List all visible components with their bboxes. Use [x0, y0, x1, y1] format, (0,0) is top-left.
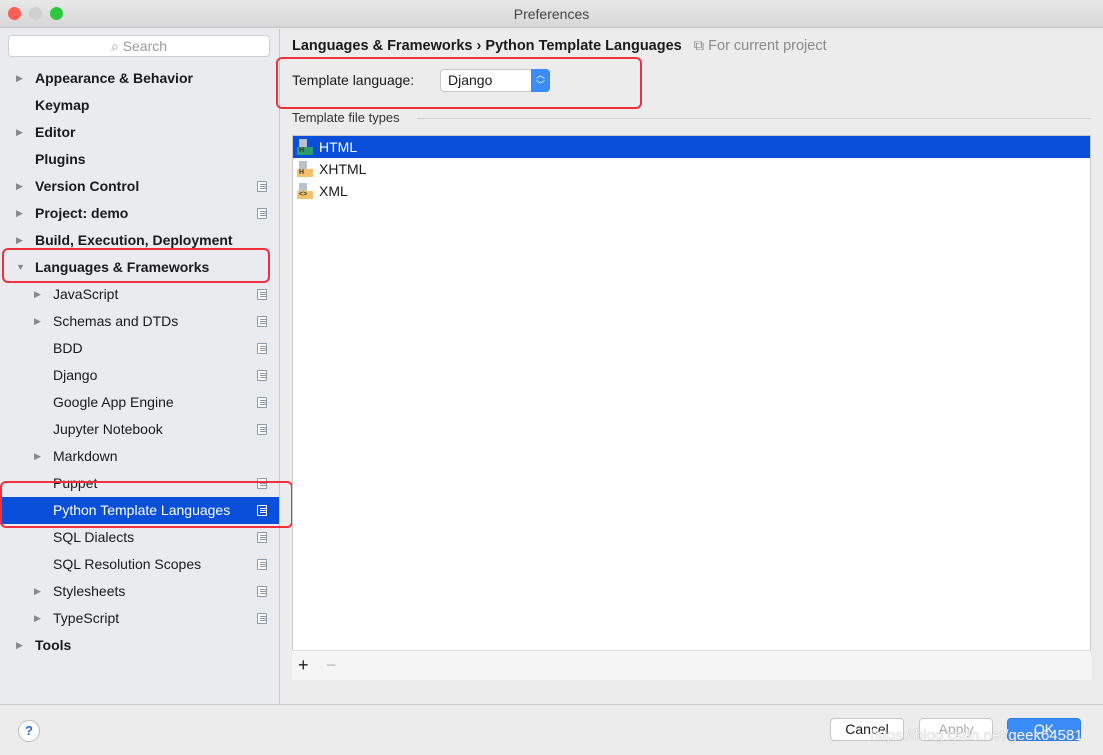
- chevron-right-icon[interactable]: ▶: [16, 173, 23, 200]
- sidebar-item[interactable]: ▶ Project: demo: [0, 200, 279, 227]
- project-scope-icon: [257, 532, 267, 543]
- project-scope-icon: [257, 343, 267, 354]
- html-file-icon: H: [297, 139, 313, 155]
- search-input[interactable]: ⌕ Search: [8, 35, 270, 57]
- sidebar-item-label: Project: demo: [35, 205, 129, 221]
- sidebar-item-label: Jupyter Notebook: [53, 421, 163, 437]
- sidebar-item-label: Editor: [35, 124, 76, 140]
- project-scope-icon: [257, 316, 267, 327]
- sidebar-item[interactable]: ▶ Schemas and DTDs: [0, 308, 279, 335]
- sidebar-item-label: SQL Dialects: [53, 529, 135, 545]
- chevron-right-icon[interactable]: ▶: [34, 281, 41, 308]
- file-type-label: XML: [319, 183, 348, 199]
- search-icon: ⌕: [110, 38, 123, 54]
- sidebar-item[interactable]: ▶ Version Control: [0, 173, 279, 200]
- breadcrumb-separator: ›: [476, 38, 482, 54]
- file-types-list[interactable]: H HTML H XHTML <> XML: [292, 135, 1091, 680]
- sidebar-item-label: Schemas and DTDs: [53, 313, 179, 329]
- list-toolbar: + −: [292, 650, 1091, 680]
- sidebar-item[interactable]: ▶ Tools: [0, 632, 279, 659]
- highlight-box: [0, 481, 293, 528]
- project-scope-icon: [257, 370, 267, 381]
- sidebar-item[interactable]: SQL Resolution Scopes: [0, 551, 279, 578]
- sidebar-item[interactable]: Django: [0, 362, 279, 389]
- breadcrumb: Languages & Frameworks › Python Template…: [292, 38, 827, 54]
- highlight-box: [276, 57, 642, 109]
- title-bar: Preferences: [0, 0, 1103, 28]
- add-button[interactable]: +: [298, 655, 309, 676]
- copy-icon: ⧉: [693, 38, 705, 54]
- sidebar-item-label: Stylesheets: [53, 583, 126, 599]
- sidebar-item-label: BDD: [53, 340, 83, 356]
- sidebar-item[interactable]: SQL Dialects: [0, 524, 279, 551]
- sidebar-item-label: Google App Engine: [53, 394, 174, 410]
- sidebar-item-label: Plugins: [35, 151, 86, 167]
- sidebar-item[interactable]: Plugins: [0, 146, 279, 173]
- sidebar-item-label: Version Control: [35, 178, 140, 194]
- watermark: https://blog.csdn.net/geek64581: [870, 727, 1083, 744]
- help-button[interactable]: ?: [18, 720, 40, 742]
- sidebar-item[interactable]: ▶ Markdown: [0, 443, 279, 470]
- project-scope-icon: [257, 397, 267, 408]
- xhtml-file-icon: H: [297, 161, 313, 177]
- project-scope-icon: [257, 181, 267, 192]
- sidebar-item-label: Markdown: [53, 448, 118, 464]
- xml-file-icon: <>: [297, 183, 313, 199]
- chevron-right-icon[interactable]: ▶: [16, 65, 23, 92]
- sidebar-item[interactable]: BDD: [0, 335, 279, 362]
- file-types-label: Template file types: [292, 110, 400, 125]
- project-scope-icon: [257, 586, 267, 597]
- breadcrumb-parent[interactable]: Languages & Frameworks: [292, 38, 473, 54]
- sidebar-item[interactable]: ▶ Stylesheets: [0, 578, 279, 605]
- project-scope-icon: [257, 559, 267, 570]
- sidebar-item[interactable]: ▶ Appearance & Behavior: [0, 65, 279, 92]
- chevron-right-icon[interactable]: ▶: [34, 443, 41, 470]
- sidebar-item[interactable]: Keymap: [0, 92, 279, 119]
- sidebar-item-label: Django: [53, 367, 98, 383]
- close-window-button[interactable]: [8, 7, 21, 20]
- chevron-right-icon[interactable]: ▶: [16, 632, 23, 659]
- list-item[interactable]: H HTML: [293, 136, 1090, 158]
- divider: [417, 118, 1091, 119]
- sidebar-item[interactable]: Jupyter Notebook: [0, 416, 279, 443]
- project-scope-icon: [257, 289, 267, 300]
- scope-label: For current project: [708, 38, 827, 54]
- chevron-right-icon[interactable]: ▶: [34, 578, 41, 605]
- sidebar-item-label: Tools: [35, 637, 72, 653]
- sidebar-item[interactable]: ▶ JavaScript: [0, 281, 279, 308]
- chevron-right-icon[interactable]: ▶: [16, 119, 23, 146]
- project-scope-icon: [257, 613, 267, 624]
- sidebar-item-label: TypeScript: [53, 610, 120, 626]
- project-scope-icon: [257, 424, 267, 435]
- remove-button[interactable]: −: [326, 655, 337, 676]
- sidebar-item[interactable]: ▶ TypeScript: [0, 605, 279, 632]
- chevron-right-icon[interactable]: ▶: [34, 605, 41, 632]
- minimize-window-button[interactable]: [29, 7, 42, 20]
- highlight-box: [2, 248, 270, 283]
- chevron-right-icon[interactable]: ▶: [34, 308, 41, 335]
- list-item[interactable]: <> XML: [293, 180, 1090, 202]
- file-type-label: XHTML: [319, 161, 367, 177]
- chevron-right-icon[interactable]: ▶: [16, 200, 23, 227]
- sidebar-item[interactable]: ▶ Editor: [0, 119, 279, 146]
- list-item[interactable]: H XHTML: [293, 158, 1090, 180]
- sidebar-item[interactable]: Google App Engine: [0, 389, 279, 416]
- settings-tree: ▶ Appearance & Behavior Keymap ▶ Editor Plugi…: [0, 65, 279, 659]
- settings-panel: Languages & Frameworks › Python Template…: [281, 29, 1103, 704]
- sidebar-item-label: SQL Resolution Scopes: [53, 556, 202, 572]
- sidebar-item-label: JavaScript: [53, 286, 119, 302]
- window-title: Preferences: [513, 6, 590, 22]
- sidebar-item-label: Appearance & Behavior: [35, 70, 193, 86]
- breadcrumb-current: Python Template Languages: [485, 38, 682, 54]
- file-type-label: HTML: [319, 139, 358, 155]
- sidebar: ⌕ Search ▶ Appearance & Behavior Keymap ▶ Ed…: [0, 29, 280, 704]
- project-scope-icon: [257, 208, 267, 219]
- zoom-window-button[interactable]: [50, 7, 63, 20]
- sidebar-item-label: Keymap: [35, 97, 90, 113]
